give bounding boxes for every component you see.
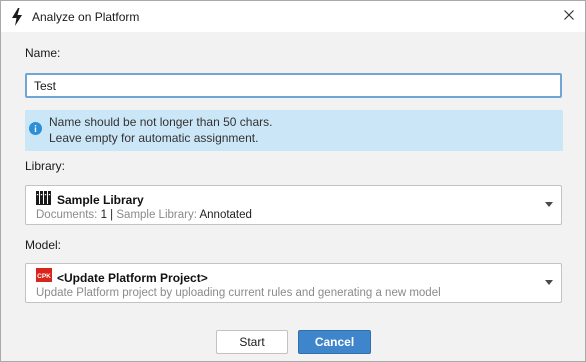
close-icon [564, 9, 574, 23]
cpk-project-icon: CPK [36, 268, 52, 285]
close-button[interactable] [557, 5, 581, 27]
info-line-1: Name should be not longer than 50 chars. [49, 115, 273, 129]
analyze-dialog: Analyze on Platform Name: Name should be… [0, 0, 586, 362]
model-title: <Update Platform Project> [57, 271, 208, 285]
chevron-down-icon [545, 280, 553, 285]
name-label: Name: [25, 46, 61, 60]
window-title: Analyze on Platform [32, 10, 140, 24]
model-select[interactable]: CPK <Update Platform Project> Update Pla… [25, 263, 562, 303]
lightning-bolt-icon [11, 8, 23, 26]
library-details: Documents: 1 | Sample Library: Annotated [36, 209, 252, 221]
library-select[interactable]: Sample Library Documents: 1 | Sample Lib… [25, 185, 562, 225]
library-status-label: Sample Library: [116, 209, 197, 221]
start-button[interactable]: Start [216, 330, 288, 354]
model-label: Model: [25, 238, 62, 252]
library-books-icon [36, 191, 52, 208]
details-separator: | [110, 209, 114, 221]
info-line-2: Leave empty for automatic assignment. [49, 131, 259, 145]
model-description: Update Platform project by uploading cur… [36, 287, 441, 299]
chevron-down-icon [545, 202, 553, 207]
dialog-content: Name: Name should be not longer than 50 … [1, 32, 585, 361]
documents-label: Documents: [36, 209, 98, 221]
info-icon [29, 122, 42, 135]
cpk-icon-text: CPK [37, 273, 51, 280]
library-status-value: Annotated [199, 209, 252, 221]
library-title: Sample Library [57, 193, 144, 207]
title-bar: Analyze on Platform [1, 1, 585, 32]
name-input[interactable] [25, 73, 562, 98]
info-message: Name should be not longer than 50 chars.… [25, 110, 563, 151]
library-label: Library: [25, 159, 66, 173]
cancel-button[interactable]: Cancel [298, 330, 371, 354]
documents-value: 1 [100, 209, 107, 221]
